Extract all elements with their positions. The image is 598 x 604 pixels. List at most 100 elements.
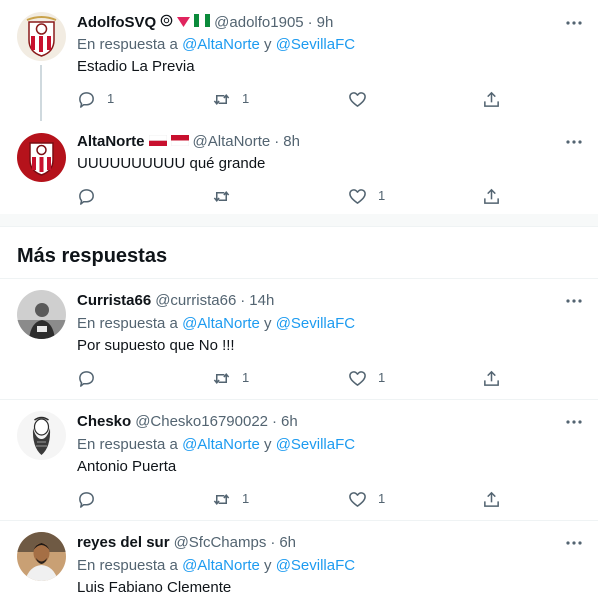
more-icon [566, 21, 582, 25]
share-button[interactable] [482, 368, 501, 388]
reply-button[interactable]: 1 [77, 89, 114, 109]
avatar[interactable] [17, 532, 66, 581]
avatar[interactable] [17, 12, 66, 61]
tweet-adolfosvq[interactable]: AdolfoSVQ @adolfo1905 · 9h En respuesta … [0, 0, 598, 125]
tweet-actions: 1 1 [0, 368, 598, 388]
timestamp[interactable]: 8h [283, 132, 300, 152]
dot-separator: · [274, 133, 280, 150]
reply-context: En respuesta a @AltaNorte y @SevillaFC [77, 435, 355, 455]
retweet-icon [213, 372, 230, 384]
reply-conjunction: y [264, 315, 272, 332]
like-icon [349, 188, 366, 204]
reply-conjunction: y [264, 36, 272, 53]
tweet-altanorte[interactable]: AltaNorte @AltaNorte · 8h UUUUUUUUUU qué… [0, 125, 598, 215]
user-handle[interactable]: @currista66 [155, 291, 236, 311]
timestamp[interactable]: 14h [249, 291, 274, 311]
mention-link[interactable]: @SevillaFC [276, 36, 355, 53]
more-options-button[interactable] [562, 132, 586, 152]
retweet-button[interactable]: 1 [212, 89, 249, 109]
display-name[interactable]: Chesko [77, 412, 131, 432]
red-triangle-icon [177, 13, 191, 33]
tweet-text: Luis Fabiano Clemente [77, 579, 232, 596]
mention-link[interactable]: @AltaNorte [182, 557, 260, 574]
dot-separator: · [270, 534, 276, 551]
timestamp[interactable]: 9h [317, 13, 334, 33]
reply-conjunction: y [264, 557, 272, 574]
user-handle[interactable]: @SfcChamps [174, 533, 267, 553]
like-icon [349, 91, 366, 107]
display-name[interactable]: reyes del sur [77, 533, 170, 553]
more-options-button[interactable] [562, 412, 586, 432]
mention-link[interactable]: @SevillaFC [276, 436, 355, 453]
share-button[interactable] [482, 489, 501, 509]
display-name[interactable]: AdolfoSVQ [77, 13, 156, 33]
reply-button[interactable] [77, 368, 107, 388]
section-gap [0, 214, 598, 226]
more-replies-heading: Más respuestas [17, 245, 168, 267]
reply-prefix: En respuesta a [77, 315, 178, 332]
user-handle[interactable]: @adolfo1905 [214, 13, 303, 33]
avatar[interactable] [17, 411, 66, 460]
altanorte-crest-avatar [17, 133, 66, 182]
more-options-button[interactable] [562, 291, 586, 311]
user-handle[interactable]: @Chesko16790022 [135, 412, 268, 432]
mention-link[interactable]: @SevillaFC [276, 557, 355, 574]
timestamp[interactable]: 6h [279, 533, 296, 553]
more-icon [566, 541, 582, 545]
mention-link[interactable]: @AltaNorte [182, 315, 260, 332]
red-white-flag-icon [170, 132, 189, 152]
tweet-chesko[interactable]: Chesko @Chesko16790022 · 6h En respuesta… [0, 400, 598, 520]
tweet-currista66[interactable]: Currista66 @currista66 · 14h En respuest… [0, 279, 598, 399]
tweet-reyes-del-sur[interactable]: reyes del sur @SfcChamps · 6h En respues… [0, 521, 598, 604]
like-button[interactable]: 1 [348, 186, 385, 206]
like-button[interactable] [348, 89, 378, 109]
like-count: 1 [378, 188, 386, 203]
retweet-button[interactable]: 1 [212, 489, 249, 509]
tweet-actions: 1 [0, 186, 598, 206]
reply-count: 1 [107, 91, 115, 106]
user-handle[interactable]: @AltaNorte [193, 132, 271, 152]
display-name[interactable]: AltaNorte [77, 132, 145, 152]
reply-context: En respuesta a @AltaNorte y @SevillaFC [77, 314, 355, 334]
retweet-button[interactable] [212, 186, 242, 206]
mention-link[interactable]: @AltaNorte [182, 436, 260, 453]
retweet-button[interactable]: 1 [212, 368, 249, 388]
share-button[interactable] [482, 186, 501, 206]
reply-prefix: En respuesta a [77, 36, 178, 53]
reply-icon [79, 370, 94, 387]
tweet-text: Estadio La Previa [77, 58, 195, 75]
like-icon [349, 491, 366, 507]
share-icon [484, 370, 499, 386]
share-icon [484, 91, 499, 107]
user-photo-avatar [17, 532, 66, 581]
like-count: 1 [378, 370, 386, 385]
retweet-count: 1 [242, 491, 250, 506]
display-name[interactable]: Currista66 [77, 291, 151, 311]
more-options-button[interactable] [562, 13, 586, 33]
dot-separator: · [272, 413, 278, 430]
more-options-button[interactable] [562, 533, 586, 553]
sevilla-crest-avatar [17, 12, 66, 61]
reply-icon [79, 188, 94, 205]
like-button[interactable]: 1 [348, 368, 385, 388]
more-icon [566, 299, 582, 303]
retweet-icon [213, 93, 230, 105]
verified-badge-icon [160, 13, 173, 33]
reply-icon [79, 491, 94, 508]
reply-prefix: En respuesta a [77, 557, 178, 574]
reply-button[interactable] [77, 186, 107, 206]
divider [0, 226, 598, 227]
retweet-icon [213, 190, 230, 202]
avatar[interactable] [17, 290, 66, 339]
like-icon [349, 370, 366, 386]
mention-link[interactable]: @SevillaFC [276, 315, 355, 332]
tweet-text: UUUUUUUUUU qué grande [77, 155, 266, 172]
reply-button[interactable] [77, 489, 107, 509]
mention-link[interactable]: @AltaNorte [182, 36, 260, 53]
share-button[interactable] [482, 89, 501, 109]
share-icon [484, 491, 499, 507]
timestamp[interactable]: 6h [281, 412, 298, 432]
bearded-man-avatar [17, 411, 66, 460]
like-button[interactable]: 1 [348, 489, 385, 509]
avatar[interactable] [17, 133, 66, 182]
